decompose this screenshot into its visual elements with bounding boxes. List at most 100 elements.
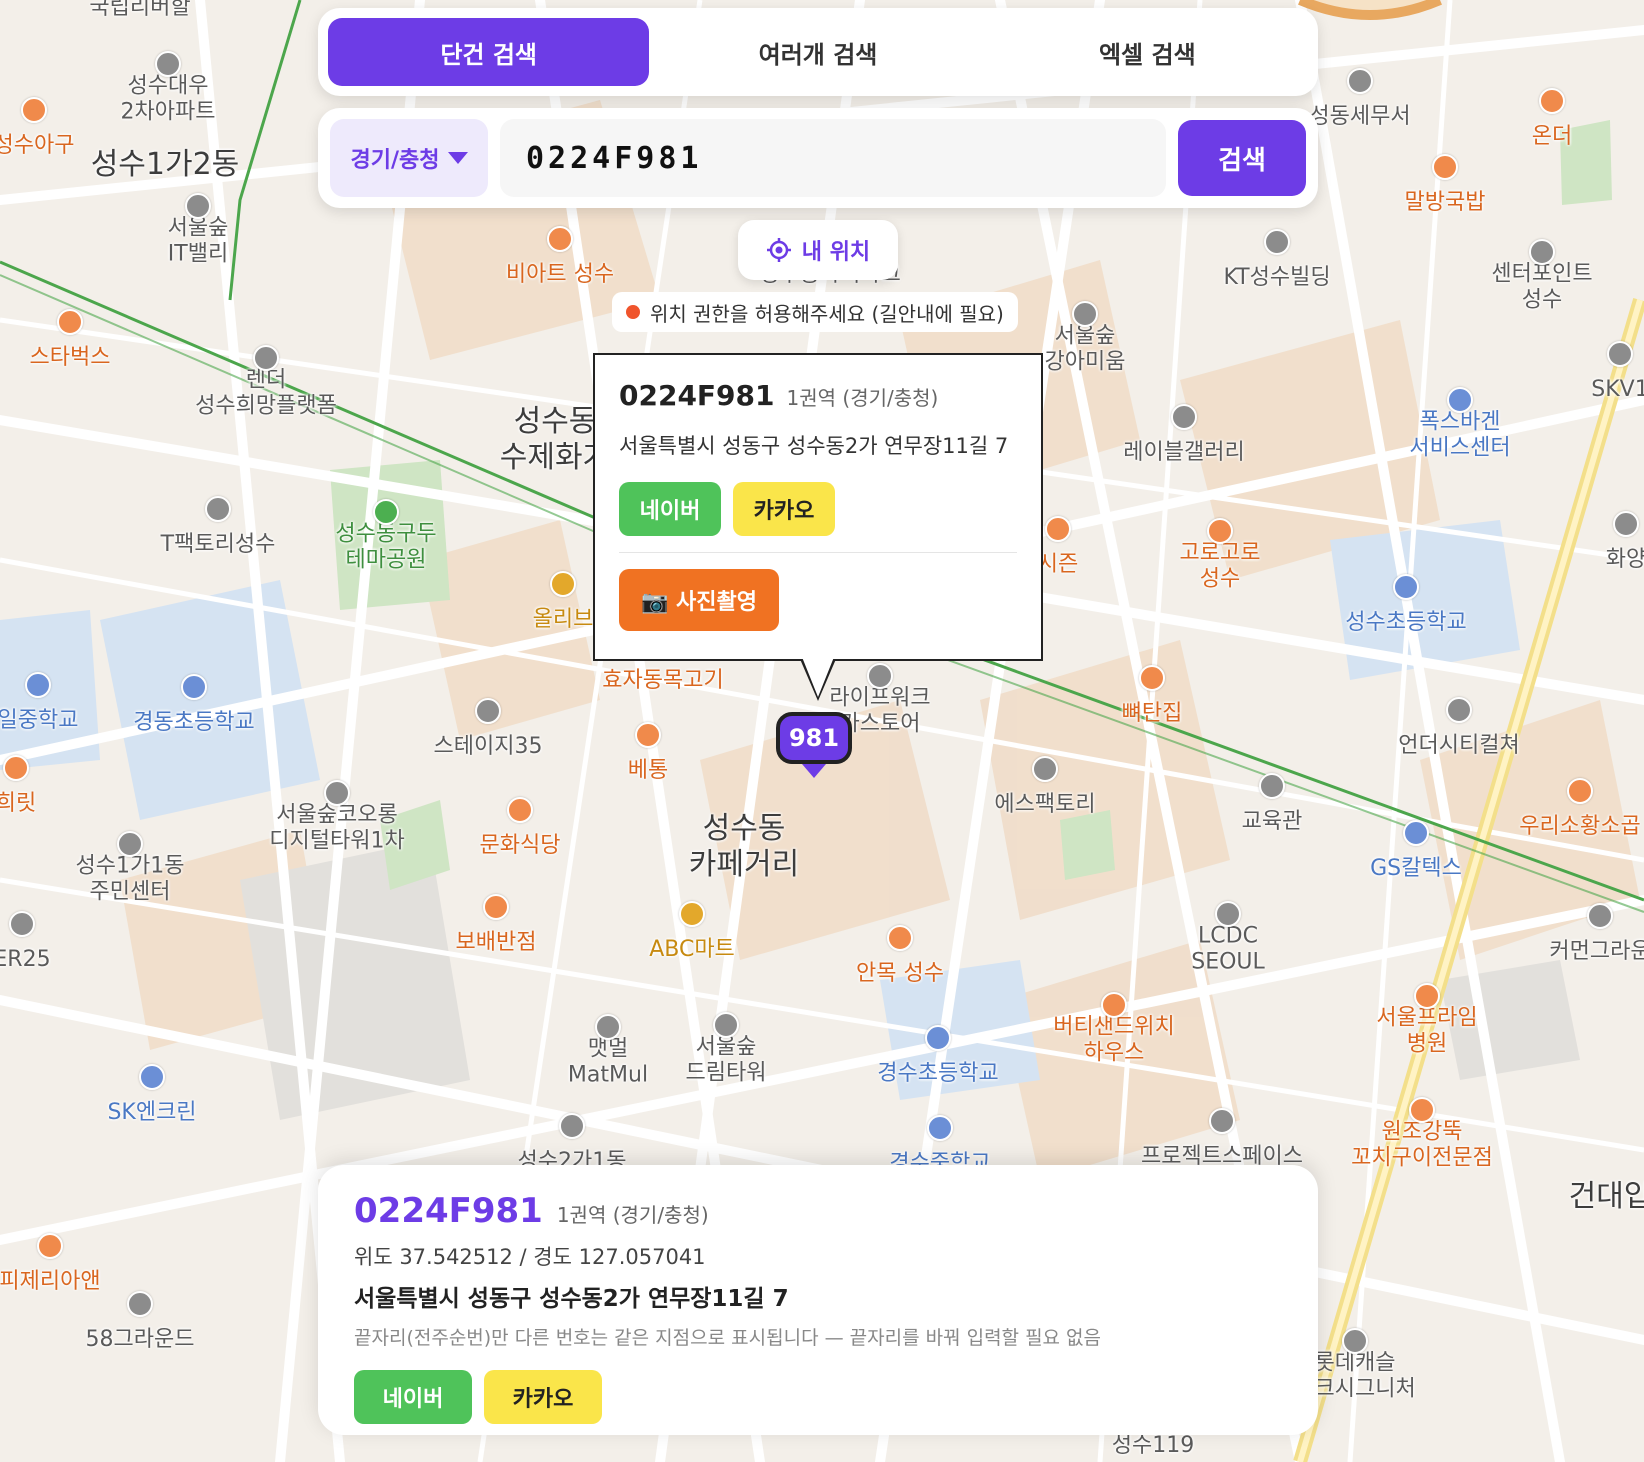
map-label: 경동초등학교 bbox=[133, 709, 255, 735]
map-poi-icon[interactable] bbox=[37, 1233, 63, 1259]
map-label: 원조강뚝 꼬치구이전문점 bbox=[1351, 1119, 1493, 1171]
map-poi-icon[interactable] bbox=[1072, 301, 1098, 327]
map-label: 커먼그라운 bbox=[1549, 938, 1644, 964]
map-label: 폭스바겐 서비스센터 bbox=[1409, 409, 1511, 461]
map-poi-icon[interactable] bbox=[25, 672, 51, 698]
map-label: 성수동구두 테마공원 bbox=[335, 521, 437, 573]
my-location-button[interactable]: 내 위치 bbox=[738, 220, 898, 280]
map-poi-icon[interactable] bbox=[1259, 773, 1285, 799]
map-poi-icon[interactable] bbox=[507, 797, 533, 823]
map-poi-icon[interactable] bbox=[1447, 387, 1473, 413]
map-label: 교육관 bbox=[1241, 808, 1303, 834]
map-poi-icon[interactable] bbox=[1139, 665, 1165, 691]
map-label: 베통 bbox=[627, 757, 669, 783]
map-poi-icon[interactable] bbox=[1209, 1108, 1235, 1134]
map-marker[interactable]: 981 bbox=[776, 712, 852, 764]
map-poi-icon[interactable] bbox=[1414, 983, 1440, 1009]
map-poi-icon[interactable] bbox=[21, 97, 47, 123]
map-poi-icon[interactable] bbox=[373, 499, 399, 525]
map-poi-icon[interactable] bbox=[1529, 239, 1555, 265]
map-label: KT성수빌딩 bbox=[1223, 264, 1331, 290]
map-label: 우리소황소곱 bbox=[1519, 813, 1641, 839]
map-poi-icon[interactable] bbox=[1446, 697, 1472, 723]
map-poi-icon[interactable] bbox=[1432, 154, 1458, 180]
map-poi-icon[interactable] bbox=[1171, 404, 1197, 430]
map-poi-icon[interactable] bbox=[887, 925, 913, 951]
map-poi-icon[interactable] bbox=[547, 226, 573, 252]
map-label: 서울숲 IT밸리 bbox=[167, 215, 229, 267]
map-poi-icon[interactable] bbox=[1342, 1328, 1368, 1354]
map-poi-icon[interactable] bbox=[550, 571, 576, 597]
map-poi-icon[interactable] bbox=[139, 1064, 165, 1090]
crosshair-icon bbox=[766, 238, 791, 262]
region-dropdown[interactable]: 경기/충청 bbox=[330, 119, 488, 197]
map-poi-icon[interactable] bbox=[475, 698, 501, 724]
search-button[interactable]: 검색 bbox=[1178, 120, 1306, 196]
map-label: 서울숲코오롱 디지털타워1차 bbox=[269, 802, 405, 854]
tab-single-search[interactable]: 단건 검색 bbox=[328, 18, 650, 86]
map-poi-icon[interactable] bbox=[3, 755, 29, 781]
map-label: 안목 성수 bbox=[856, 960, 944, 986]
map-poi-icon[interactable] bbox=[595, 1014, 621, 1040]
map-poi-icon[interactable] bbox=[927, 1115, 953, 1141]
map-poi-icon[interactable] bbox=[1539, 88, 1565, 114]
map-poi-icon[interactable] bbox=[1207, 518, 1233, 544]
map-label: 성수동 카페거리 bbox=[688, 811, 800, 882]
popup-naver-button[interactable]: 네이버 bbox=[619, 482, 721, 536]
map-poi-icon[interactable] bbox=[155, 51, 181, 77]
popup-divider bbox=[619, 552, 1017, 553]
map-poi-icon[interactable] bbox=[324, 780, 350, 806]
map-poi-icon[interactable] bbox=[181, 674, 207, 700]
tab-excel-search[interactable]: 엑셀 검색 bbox=[987, 18, 1308, 86]
map-label: ER25 bbox=[0, 946, 51, 972]
map-poi-icon[interactable] bbox=[1032, 756, 1058, 782]
result-address: 서울특별시 성동구 성수동2가 연무장11길 7 bbox=[354, 1286, 789, 1312]
map-poi-icon[interactable] bbox=[1587, 903, 1613, 929]
take-photo-button[interactable]: 📷 사진촬영 bbox=[619, 569, 779, 631]
map-poi-icon[interactable] bbox=[1403, 820, 1429, 846]
map-poi-icon[interactable] bbox=[1409, 1097, 1435, 1123]
map-poi-icon[interactable] bbox=[1045, 516, 1071, 542]
map-poi-icon[interactable] bbox=[1347, 68, 1373, 94]
map-label: 고로고로 성수 bbox=[1179, 540, 1261, 592]
map-label: ABC마트 bbox=[649, 936, 735, 962]
map-poi-icon[interactable] bbox=[57, 309, 83, 335]
popup-address: 서울특별시 성동구 성수동2가 연무장11길 7 bbox=[619, 434, 1009, 458]
popup-kakao-button[interactable]: 카카오 bbox=[733, 482, 835, 536]
map-label: T팩토리성수 bbox=[160, 531, 276, 557]
map-poi-icon[interactable] bbox=[253, 345, 279, 371]
map-label: 온더 bbox=[1531, 123, 1573, 149]
map-label: 보배반점 bbox=[455, 929, 537, 955]
result-naver-button[interactable]: 네이버 bbox=[354, 1370, 472, 1424]
map-poi-icon[interactable] bbox=[867, 663, 893, 689]
map-poi-icon[interactable] bbox=[1567, 778, 1593, 804]
map-poi-icon[interactable] bbox=[1607, 341, 1633, 367]
map-label: LCDC SEOUL bbox=[1191, 923, 1265, 975]
map-poi-icon[interactable] bbox=[713, 1012, 739, 1038]
map-poi-icon[interactable] bbox=[1264, 229, 1290, 255]
map-poi-icon[interactable] bbox=[1101, 992, 1127, 1018]
map-label: GS칼텍스 bbox=[1370, 855, 1462, 881]
map-poi-icon[interactable] bbox=[127, 1291, 153, 1317]
map-poi-icon[interactable] bbox=[185, 193, 211, 219]
map-poi-icon[interactable] bbox=[635, 722, 661, 748]
map-label: 희릿 bbox=[0, 790, 37, 816]
tab-multi-search[interactable]: 여러개 검색 bbox=[657, 18, 978, 86]
map-poi-icon[interactable] bbox=[1613, 511, 1639, 537]
map-label: 올리브 bbox=[532, 606, 594, 632]
map-poi-icon[interactable] bbox=[925, 1025, 951, 1051]
map-label: 맷멀 MatMul bbox=[567, 1036, 649, 1088]
map-label: 피제리아앤 bbox=[0, 1268, 101, 1294]
location-permission-notice: 위치 권한을 허용해주세요 (길안내에 필요) bbox=[612, 292, 1018, 332]
result-kakao-button[interactable]: 카카오 bbox=[484, 1370, 602, 1424]
map-poi-icon[interactable] bbox=[1215, 901, 1241, 927]
search-input[interactable] bbox=[500, 119, 1166, 197]
map-poi-icon[interactable] bbox=[9, 911, 35, 937]
map-poi-icon[interactable] bbox=[205, 496, 231, 522]
map-poi-icon[interactable] bbox=[483, 894, 509, 920]
map-label: 서울숲 강아미움 bbox=[1044, 323, 1126, 375]
map-poi-icon[interactable] bbox=[117, 831, 143, 857]
map-poi-icon[interactable] bbox=[679, 901, 705, 927]
map-poi-icon[interactable] bbox=[559, 1113, 585, 1139]
map-poi-icon[interactable] bbox=[1393, 574, 1419, 600]
